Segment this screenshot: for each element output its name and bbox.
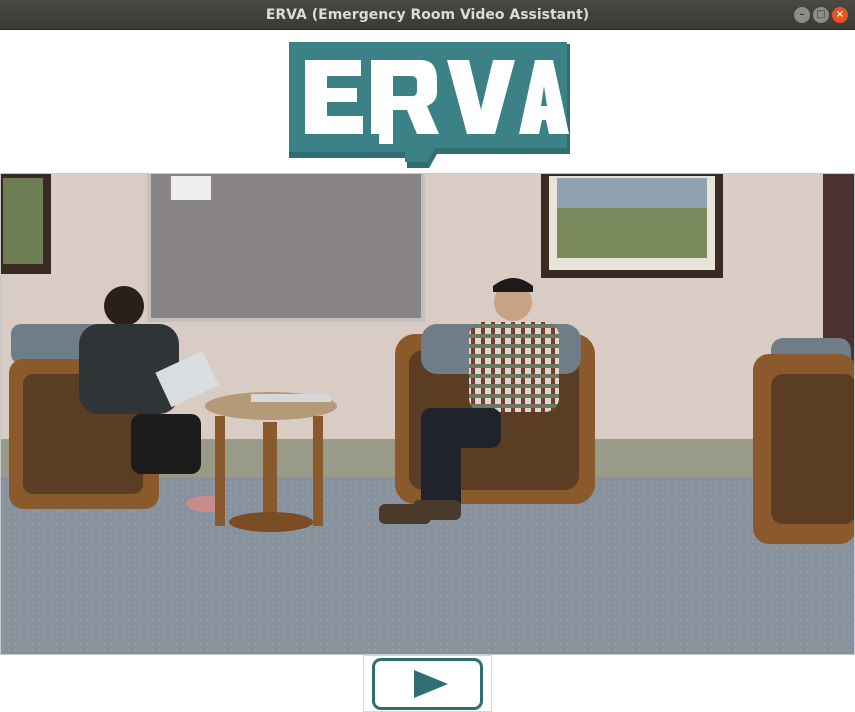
video-scene: [1, 174, 854, 654]
app-window: ERVA (Emergency Room Video Assistant) – …: [0, 0, 855, 712]
play-button[interactable]: [372, 658, 483, 710]
minimize-button[interactable]: –: [794, 7, 810, 23]
close-button[interactable]: ×: [832, 7, 848, 23]
erva-logo: [287, 40, 572, 168]
window-title: ERVA (Emergency Room Video Assistant): [265, 7, 590, 23]
play-icon: [414, 670, 448, 698]
maximize-button[interactable]: □: [813, 7, 829, 23]
logo-image: [289, 42, 570, 168]
playback-controls: [363, 655, 492, 712]
video-frame: [0, 173, 855, 655]
title-bar[interactable]: ERVA (Emergency Room Video Assistant) – …: [0, 0, 855, 30]
